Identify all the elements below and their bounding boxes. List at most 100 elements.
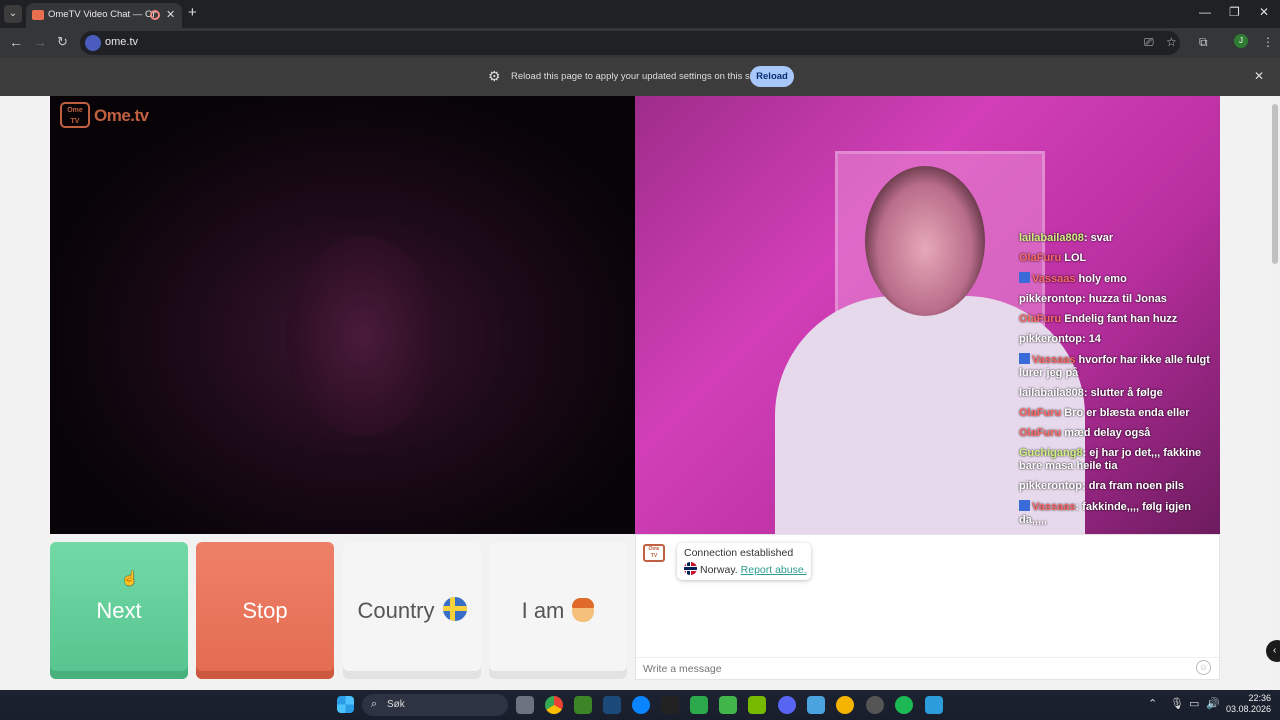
stream-chat-line: pikkerontop: dra fram noen pils: [1019, 480, 1219, 493]
ometv-favicon-icon: [32, 10, 44, 20]
gender-button[interactable]: I am: [489, 542, 627, 679]
scrollbar-thumb[interactable]: [1272, 104, 1278, 264]
volume-icon[interactable]: 🔊: [1206, 697, 1220, 710]
stop-button[interactable]: Stop: [196, 542, 334, 679]
chat-separator: :: [1075, 501, 1080, 513]
chat-username: Vassaas: [1032, 501, 1076, 513]
logo-tv-icon: Ome TV: [60, 102, 90, 128]
chat-username: Guchigang8: [1019, 447, 1083, 459]
country-button[interactable]: Country: [343, 542, 481, 679]
taskbar-clock[interactable]: 22:36 03.08.2026: [1226, 693, 1271, 715]
system-message: Connection established Norway. Report ab…: [677, 543, 811, 580]
stream-chat-overlay: lailabaila808: svar OlaFuru LOL Vassaas ho…: [1019, 232, 1219, 534]
new-tab-icon[interactable]: +: [188, 4, 197, 21]
address-bar[interactable]: ome.tv: [80, 31, 1180, 55]
infobar-message: Reload this page to apply your updated s…: [511, 71, 760, 82]
chat-username: lailabaila808: [1019, 387, 1084, 399]
reload-icon[interactable]: ↻: [57, 34, 68, 50]
steam-icon[interactable]: [603, 696, 621, 714]
clock-date: 03.08.2026: [1226, 704, 1272, 714]
stream-chat-line: pikkerontop: 14: [1019, 333, 1219, 346]
chat-badge-icon: [1019, 353, 1030, 364]
nvidia-icon[interactable]: [748, 696, 766, 714]
file-explorer-icon[interactable]: [516, 696, 534, 714]
menu-kebab-icon[interactable]: ⋮: [1262, 35, 1274, 49]
network-icon[interactable]: ▭: [1189, 697, 1199, 710]
chat-separator: :: [1081, 293, 1086, 305]
report-abuse-link[interactable]: Report abuse.: [741, 564, 807, 576]
bookmark-star-icon[interactable]: ☆: [1166, 35, 1177, 49]
boy-emoji-icon: [572, 597, 595, 622]
active-tab[interactable]: OmeTV Video Chat — Ome ✕: [26, 3, 182, 28]
page-scrollbar[interactable]: [1270, 96, 1280, 690]
tab-search-icon[interactable]: ⌄: [4, 5, 22, 23]
tray-chevron-icon[interactable]: ⌃: [1148, 697, 1157, 710]
tab-strip: ⌄ OmeTV Video Chat — Ome ✕ + — ❐ ✕: [0, 0, 1280, 28]
stream-chat-line: OlaFuru LOL: [1019, 252, 1219, 265]
stream-chat-line: OlaFuru Bro er blæsta enda eller: [1019, 407, 1219, 420]
spotify-icon[interactable]: [895, 696, 913, 714]
app-blue2-icon[interactable]: [925, 696, 943, 714]
settings-gear-icon: ⚙: [488, 68, 501, 84]
app-blue-icon[interactable]: [632, 696, 650, 714]
reload-button[interactable]: Reload: [750, 66, 794, 87]
capcut-icon[interactable]: [661, 696, 679, 714]
chat-text: dra fram noen pils: [1088, 480, 1185, 492]
chat-text: LOL: [1064, 252, 1087, 264]
chat-separator: :: [1081, 333, 1086, 345]
chrome-icon[interactable]: [545, 696, 563, 714]
stream-chat-line: Guchigang8: ej har jo det,,, fakkine bar…: [1019, 447, 1219, 473]
stream-chat-line: pikkerontop: huzza til Jonas: [1019, 293, 1219, 306]
local-face: [285, 236, 440, 436]
chat-badge-icon: [1019, 500, 1030, 511]
next-button[interactable]: Next: [50, 542, 188, 679]
search-label: Søk: [387, 699, 405, 710]
window-close-icon[interactable]: ✕: [1259, 5, 1269, 19]
chat-separator: :: [1083, 232, 1088, 244]
taskbar-search[interactable]: ⌕ Søk: [362, 694, 508, 716]
clock-time: 22:36: [1248, 693, 1272, 703]
chat-username: pikkerontop: [1019, 293, 1082, 305]
extensions-icon[interactable]: ⧉: [1199, 35, 1208, 50]
mouse-cursor-icon: ☝: [121, 570, 139, 586]
profile-avatar[interactable]: J: [1234, 34, 1248, 48]
photos-icon[interactable]: [807, 696, 825, 714]
url-text: ome.tv: [105, 36, 139, 48]
chat-separator: :: [1083, 387, 1088, 399]
chat-text: slutter å følge: [1090, 387, 1163, 399]
forward-icon[interactable]: →: [33, 34, 47, 50]
tab-close-icon[interactable]: ✕: [166, 8, 175, 21]
chat-text: 14: [1088, 333, 1101, 345]
reload-infobar: ⚙ Reload this page to apply your updated…: [0, 58, 1280, 96]
chat-text: Endelig fant han huzz: [1064, 313, 1178, 325]
infobar-close-icon[interactable]: ✕: [1254, 69, 1264, 83]
chat-text: mæd delay også: [1064, 427, 1151, 439]
app-yellow-icon[interactable]: [836, 696, 854, 714]
connection-status: Connection established: [684, 547, 794, 559]
chat-text: Bro er blæsta enda eller: [1064, 407, 1190, 419]
restore-icon[interactable]: ❐: [1229, 5, 1240, 19]
chat-username: OlaFuru: [1019, 313, 1062, 325]
minimize-icon[interactable]: —: [1199, 5, 1211, 19]
app-green2-icon[interactable]: [719, 696, 737, 714]
obs-icon[interactable]: [866, 696, 884, 714]
windows-start-icon[interactable]: [337, 696, 354, 713]
chat-separator: :: [1082, 447, 1087, 459]
site-info-icon[interactable]: [85, 35, 101, 51]
chat-username: Vassaas: [1032, 354, 1076, 366]
stream-chat-line: lailabaila808: slutter å følge: [1019, 387, 1219, 400]
chat-username: lailabaila808: [1019, 232, 1084, 244]
minecraft-icon[interactable]: [574, 696, 592, 714]
microphone-icon[interactable]: 🎙: [1170, 697, 1184, 710]
stream-chat-line: OlaFuru mæd delay også: [1019, 427, 1219, 440]
back-icon[interactable]: ←: [9, 34, 23, 50]
install-app-icon[interactable]: ⎚: [1144, 35, 1154, 50]
stream-chat-line: OlaFuru Endelig fant han huzz: [1019, 313, 1219, 326]
emoji-icon[interactable]: ☺: [1196, 660, 1211, 675]
stream-chat-line: lailabaila808: svar: [1019, 232, 1219, 245]
chat-logo-icon: Ome TV: [643, 544, 665, 562]
app-green-icon[interactable]: [690, 696, 708, 714]
message-input[interactable]: [636, 657, 1219, 679]
stream-chat-line: Vassaas: fakkinde,,,, følg igjen da,,,,,: [1019, 500, 1219, 527]
discord-icon[interactable]: [778, 696, 796, 714]
